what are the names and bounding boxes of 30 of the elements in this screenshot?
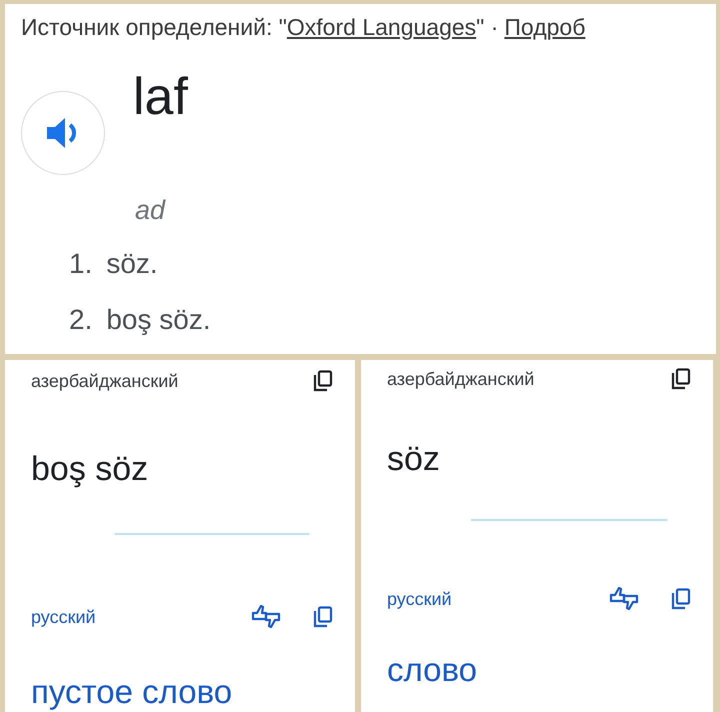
source-label: " ·	[476, 14, 498, 41]
source-language: азербайджанский	[31, 370, 178, 392]
sense-text: boş söz.	[106, 304, 211, 336]
source-link[interactable]: Oxford Languages	[286, 14, 476, 41]
copy-button[interactable]	[671, 588, 691, 610]
headword: laf	[133, 71, 188, 123]
source-text: boş söz	[31, 450, 150, 489]
feedback-icon	[251, 605, 281, 629]
feedback-icon	[609, 587, 639, 611]
sense-number: 1.	[69, 248, 92, 280]
sense-number: 2.	[69, 304, 92, 336]
target-language: русский	[387, 588, 452, 610]
more-link[interactable]: Подроб	[504, 14, 586, 41]
copy-button[interactable]	[671, 368, 691, 390]
target-language: русский	[31, 606, 96, 628]
source-text: söz	[387, 440, 441, 479]
source-language: азербайджанский	[387, 368, 534, 390]
copy-icon	[671, 368, 691, 390]
copy-button[interactable]	[313, 606, 333, 628]
copy-button[interactable]	[313, 370, 333, 392]
copy-icon	[313, 370, 333, 392]
copy-icon	[671, 588, 691, 610]
feedback-button[interactable]	[609, 587, 639, 611]
part-of-speech: ad	[135, 195, 167, 226]
feedback-button[interactable]	[251, 605, 281, 629]
translated-text: слово	[387, 651, 478, 689]
sense-text: söz.	[106, 248, 158, 280]
translated-text: пустое слово	[31, 673, 234, 711]
source-label: Источник определений: "	[21, 14, 287, 41]
copy-icon	[313, 606, 333, 628]
